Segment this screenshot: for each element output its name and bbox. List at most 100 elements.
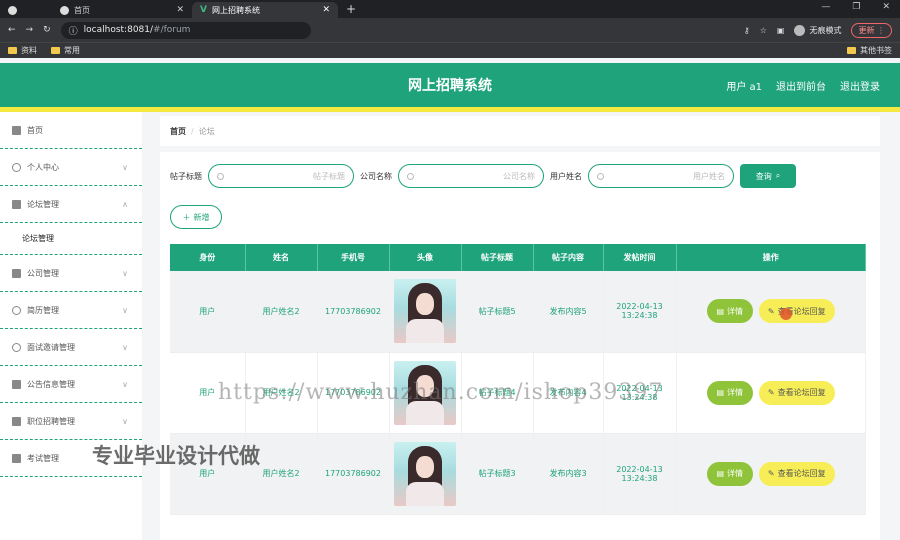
incognito-label: 无痕模式 — [809, 25, 842, 35]
cell-content: 发布内容5 — [533, 271, 604, 353]
sidebar-item-company[interactable]: 公司管理 ∨ — [0, 255, 142, 292]
back-to-front-link[interactable]: 退出到前台 — [776, 78, 826, 93]
browser-tab-current[interactable]: V 网上招聘系统 ✕ — [192, 2, 338, 18]
column-header: 操作 — [676, 244, 866, 271]
address-bar[interactable]: ⓘ localhost:8081/#/forum — [60, 21, 311, 39]
column-header: 发帖时间 — [603, 244, 677, 271]
chevron-down-icon: ∨ — [122, 379, 128, 389]
browser-tab-blank[interactable] — [0, 2, 52, 18]
sidebar-item-label: 公告信息管理 — [27, 379, 75, 389]
cell-phone: 17703786902 — [317, 433, 390, 515]
clock-icon — [12, 342, 21, 352]
other-bookmarks[interactable]: 其他书签 — [847, 45, 892, 56]
cell-actions: ▤ 详情 ✎ 查看论坛回复 — [676, 271, 866, 353]
sidebar-subitem-forum[interactable]: 论坛管理 — [0, 223, 142, 255]
username-search-input[interactable]: 用户姓名 — [588, 164, 734, 188]
view-reply-button[interactable]: ✎ 查看论坛回复 — [758, 299, 835, 324]
tab-label: 首页 — [74, 5, 90, 15]
table-row: 用户 用户姓名2 17703786902 帖子标题3 发布内容3 2022-04… — [170, 433, 866, 515]
new-tab-button[interactable]: + — [338, 2, 364, 18]
sidebar-item-home[interactable]: 首页 — [0, 112, 142, 149]
document-icon: ▤ — [716, 306, 725, 316]
company-search-input[interactable]: 公司名称 — [398, 164, 544, 188]
cell-phone: 17703786902 — [317, 271, 390, 353]
add-button[interactable]: ＋ 新增 — [170, 205, 222, 229]
sidebar-item-label: 论坛管理 — [22, 234, 54, 243]
close-icon[interactable]: ✕ — [322, 5, 330, 15]
chevron-up-icon: ∧ — [122, 199, 128, 209]
breadcrumb-home[interactable]: 首页 — [170, 126, 186, 137]
minimize-icon[interactable]: — — [821, 2, 830, 12]
view-reply-button[interactable]: ✎ 查看论坛回复 — [758, 380, 835, 405]
incognito-indicator[interactable]: 无痕模式 — [794, 24, 842, 36]
update-button[interactable]: 更新 ⋮ — [851, 22, 892, 38]
search-icon — [217, 172, 224, 180]
maximize-icon[interactable]: ❐ — [852, 2, 860, 12]
detail-label: 详情 — [727, 469, 744, 478]
close-window-icon[interactable]: ✕ — [882, 2, 890, 12]
cell-role: 用户 — [170, 271, 246, 353]
sidepanel-icon[interactable]: ▣ — [777, 26, 785, 35]
url-path: #/forum — [153, 25, 191, 35]
bookmark-label: 资料 — [21, 46, 37, 55]
detail-button[interactable]: ▤ 详情 — [706, 461, 753, 486]
search-form: 帖子标题 帖子标题 公司名称 公司名称 用户姓名 用户姓名 查询 ⌕ — [170, 164, 796, 188]
sidebar-item-resume[interactable]: 简历管理 ∨ — [0, 292, 142, 329]
query-button[interactable]: 查询 ⌕ — [740, 164, 796, 188]
other-bookmarks-label: 其他书签 — [860, 46, 892, 55]
document-icon: ▤ — [716, 388, 725, 397]
list-icon — [12, 268, 21, 278]
star-icon[interactable]: ☆ — [760, 26, 767, 35]
cell-title: 帖子标题3 — [461, 433, 534, 515]
sidebar-item-profile[interactable]: 个人中心 ∨ — [0, 149, 142, 186]
watermark-text: 专业毕业设计代做 — [92, 444, 260, 468]
breadcrumb: 首页 / 论坛 — [160, 116, 880, 146]
briefcase-icon — [12, 199, 21, 209]
detail-button[interactable]: ▤ 详情 — [706, 380, 753, 405]
forward-icon[interactable]: → — [26, 25, 34, 35]
cell-avatar — [389, 433, 462, 515]
search-icon: ⌕ — [775, 171, 781, 180]
globe-icon — [60, 5, 69, 15]
bookmark-folder-0[interactable]: 资料 — [8, 45, 37, 56]
sidebar-item-forum[interactable]: 论坛管理 ∧ — [0, 186, 142, 223]
browser-tab-bar: 首页 ✕ V 网上招聘系统 ✕ + — ❐ ✕ — [0, 0, 900, 18]
sidebar-item-interview[interactable]: 面试邀请管理 ∨ — [0, 329, 142, 366]
search-icon — [597, 172, 604, 180]
detail-button[interactable]: ▤ 详情 — [706, 299, 753, 324]
user-icon — [12, 162, 21, 172]
sidebar-item-jobs[interactable]: 职位招聘管理 ∨ — [0, 403, 142, 440]
forum-panel: 帖子标题 帖子标题 公司名称 公司名称 用户姓名 用户姓名 查询 ⌕ ＋ 新增 — [160, 152, 880, 540]
edit-icon: ✎ — [767, 469, 775, 478]
browser-tab-home[interactable]: 首页 ✕ — [52, 2, 192, 18]
view-reply-button[interactable]: ✎ 查看论坛回复 — [758, 461, 835, 486]
breadcrumb-separator: / — [191, 126, 194, 136]
chevron-down-icon: ∨ — [122, 342, 128, 352]
sidebar-item-label: 首页 — [27, 125, 43, 135]
sidebar-item-label: 面试邀请管理 — [27, 342, 75, 352]
close-icon[interactable]: ✕ — [176, 5, 184, 15]
reply-label: 查看论坛回复 — [777, 388, 826, 397]
app-header: 网上招聘系统 用户 a1 退出到前台 退出登录 — [0, 63, 900, 107]
key-icon[interactable]: ⚷ — [744, 26, 750, 35]
info-icon: ⓘ — [68, 26, 78, 37]
bookmarks-bar: 资料 常用 其他书签 — [0, 42, 900, 58]
reload-icon[interactable]: ↻ — [43, 25, 51, 35]
search-icon — [407, 172, 414, 180]
browser-toolbar: ← → ↻ ⓘ localhost:8081/#/forum ⚷ ☆ ▣ 无痕模… — [0, 18, 900, 42]
bookmark-folder-1[interactable]: 常用 — [51, 45, 80, 56]
back-icon[interactable]: ← — [8, 25, 16, 35]
cell-content: 发布内容3 — [533, 433, 604, 515]
cell-time: 2022-04-13 13:24:38 — [603, 271, 677, 353]
document-icon: ▤ — [716, 469, 725, 478]
column-header: 帖子内容 — [533, 244, 604, 271]
chevron-down-icon: ∨ — [122, 162, 128, 172]
folder-icon — [847, 47, 856, 54]
column-header: 手机号 — [317, 244, 390, 271]
main-content: 首页 / 论坛 帖子标题 帖子标题 公司名称 公司名称 用户姓名 用户姓名 查询… — [160, 112, 880, 540]
title-search-input[interactable]: 帖子标题 — [208, 164, 354, 188]
logout-link[interactable]: 退出登录 — [840, 78, 880, 93]
chevron-down-icon: ∨ — [122, 268, 128, 278]
sidebar-item-notice[interactable]: 公告信息管理 ∨ — [0, 366, 142, 403]
query-label: 查询 — [755, 171, 772, 181]
